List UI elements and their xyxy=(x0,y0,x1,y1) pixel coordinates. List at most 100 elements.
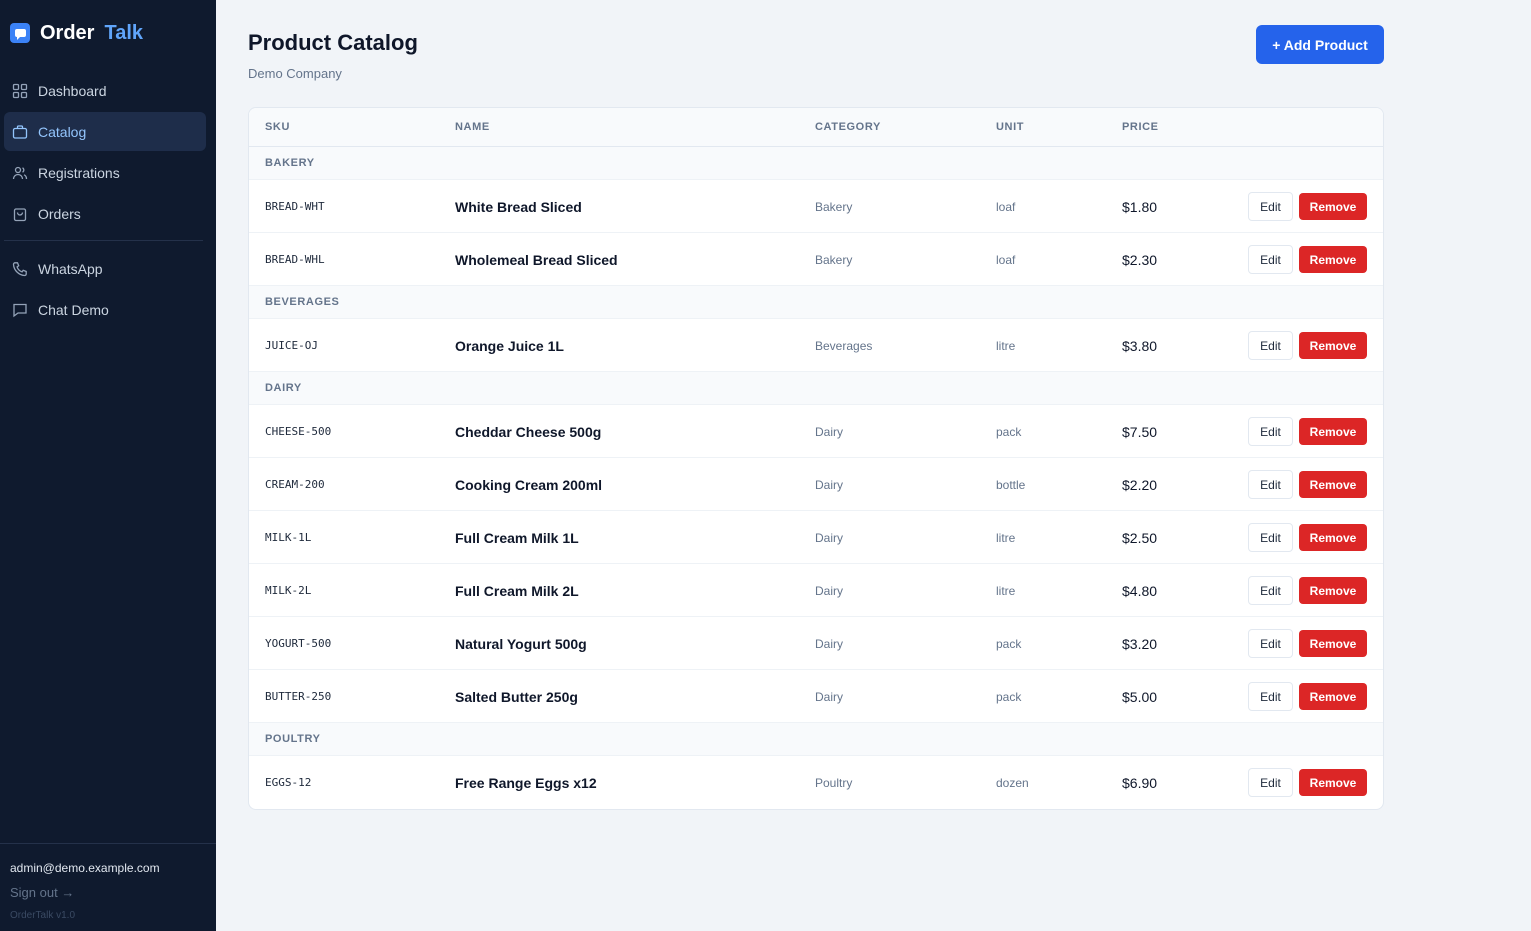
edit-button[interactable]: Edit xyxy=(1248,417,1293,446)
row-name: Full Cream Milk 2L xyxy=(455,582,579,599)
column-header-category[interactable]: CATEGORY xyxy=(815,121,881,133)
edit-button[interactable]: Edit xyxy=(1248,331,1293,360)
row-unit: pack xyxy=(996,689,1022,704)
row-actions: Edit Remove xyxy=(1248,233,1367,286)
add-product-button[interactable]: + Add Product xyxy=(1256,25,1384,64)
remove-button[interactable]: Remove xyxy=(1299,683,1367,710)
row-category: Poultry xyxy=(815,775,853,790)
row-sku: EGGS-12 xyxy=(265,776,312,789)
phone-icon xyxy=(12,261,28,277)
row-name: Cheddar Cheese 500g xyxy=(455,423,602,440)
sidebar-item-orders[interactable]: Orders xyxy=(4,194,206,233)
row-sku: YOGURT-500 xyxy=(265,637,332,650)
table-row: BREAD-WHT White Bread Sliced Bakery loaf… xyxy=(249,180,1383,233)
edit-button[interactable]: Edit xyxy=(1248,682,1293,711)
brand-name-order: Order xyxy=(40,21,95,44)
edit-button[interactable]: Edit xyxy=(1248,576,1293,605)
edit-button[interactable]: Edit xyxy=(1248,768,1293,797)
row-name: Cooking Cream 200ml xyxy=(455,476,603,493)
column-header-name[interactable]: NAME xyxy=(455,121,490,133)
row-unit: pack xyxy=(996,636,1022,651)
row-unit: dozen xyxy=(996,775,1029,790)
row-unit: bottle xyxy=(996,477,1026,492)
column-header-unit[interactable]: UNIT xyxy=(996,121,1024,133)
nav-divider xyxy=(4,240,203,241)
sidebar-item-registrations[interactable]: Registrations xyxy=(4,153,206,192)
edit-button[interactable]: Edit xyxy=(1248,629,1293,658)
table-row: BREAD-WHL Wholemeal Bread Sliced Bakery … xyxy=(249,233,1383,286)
row-sku: BREAD-WHL xyxy=(265,253,325,266)
page-title: Product Catalog xyxy=(248,30,418,55)
edit-button[interactable]: Edit xyxy=(1248,470,1293,499)
sidebar-item-label: Dashboard xyxy=(38,82,107,99)
remove-button[interactable]: Remove xyxy=(1299,577,1367,604)
table-row: CHEESE-500 Cheddar Cheese 500g Dairy pac… xyxy=(249,405,1383,458)
remove-button[interactable]: Remove xyxy=(1299,769,1367,796)
category-group-label: BAKERY xyxy=(265,157,315,169)
row-name: Free Range Eggs x12 xyxy=(455,774,597,791)
table-row: BUTTER-250 Salted Butter 250g Dairy pack… xyxy=(249,670,1383,723)
row-actions: Edit Remove xyxy=(1248,756,1367,809)
row-sku: BREAD-WHT xyxy=(265,200,325,213)
row-actions: Edit Remove xyxy=(1248,405,1367,458)
sign-out-link[interactable]: Sign out → xyxy=(10,885,216,900)
sidebar-item-label: Catalog xyxy=(38,123,87,140)
category-group-label: POULTRY xyxy=(265,733,321,745)
row-price: $1.80 xyxy=(1122,198,1158,215)
row-sku: JUICE-OJ xyxy=(265,339,318,352)
sidebar-item-whatsapp[interactable]: WhatsApp xyxy=(4,249,206,288)
row-category: Bakery xyxy=(815,199,853,214)
row-unit: loaf xyxy=(996,252,1016,267)
table-row: EGGS-12 Free Range Eggs x12 Poultry doze… xyxy=(249,756,1383,809)
category-group-header: BEVERAGES xyxy=(249,286,1383,319)
sidebar-item-label: Registrations xyxy=(38,164,120,181)
sidebar-item-chat-demo[interactable]: Chat Demo xyxy=(4,290,206,329)
remove-button[interactable]: Remove xyxy=(1299,246,1367,273)
edit-button[interactable]: Edit xyxy=(1248,192,1293,221)
row-unit: litre xyxy=(996,530,1016,545)
row-category: Beverages xyxy=(815,338,873,353)
row-category: Dairy xyxy=(815,424,844,439)
edit-button[interactable]: Edit xyxy=(1248,523,1293,552)
company-name: Demo Company xyxy=(248,66,342,81)
sidebar-item-catalog[interactable]: Catalog xyxy=(4,112,206,151)
remove-button[interactable]: Remove xyxy=(1299,471,1367,498)
briefcase-icon xyxy=(12,124,28,140)
sidebar-item-dashboard[interactable]: Dashboard xyxy=(4,71,206,110)
remove-button[interactable]: Remove xyxy=(1299,524,1367,551)
row-unit: loaf xyxy=(996,199,1016,214)
category-group-header: DAIRY xyxy=(249,372,1383,405)
row-unit: litre xyxy=(996,583,1016,598)
row-price: $2.50 xyxy=(1122,529,1158,546)
row-sku: MILK-2L xyxy=(265,584,312,597)
row-actions: Edit Remove xyxy=(1248,617,1367,670)
column-header-sku[interactable]: SKU xyxy=(265,121,290,133)
table-row: MILK-2L Full Cream Milk 2L Dairy litre $… xyxy=(249,564,1383,617)
row-category: Dairy xyxy=(815,636,844,651)
row-name: Natural Yogurt 500g xyxy=(455,635,587,652)
row-name: Salted Butter 250g xyxy=(455,688,578,705)
remove-button[interactable]: Remove xyxy=(1299,193,1367,220)
table-header: SKU NAME CATEGORY UNIT PRICE xyxy=(249,108,1383,147)
brand-logo[interactable]: Order Talk xyxy=(10,20,143,46)
brand-name-talk: Talk xyxy=(104,21,144,44)
column-header-price[interactable]: PRICE xyxy=(1122,121,1159,133)
row-actions: Edit Remove xyxy=(1248,511,1367,564)
row-price: $7.50 xyxy=(1122,423,1158,440)
category-group-label: BEVERAGES xyxy=(265,296,340,308)
users-icon xyxy=(12,165,28,181)
row-category: Dairy xyxy=(815,477,844,492)
grid-icon xyxy=(12,83,28,99)
user-email: admin@demo.example.com xyxy=(10,861,160,875)
remove-button[interactable]: Remove xyxy=(1299,332,1367,359)
sidebar-item-label: WhatsApp xyxy=(38,260,103,277)
row-sku: CREAM-200 xyxy=(265,478,325,491)
sidebar: Order Talk Dashboard Catalog Registratio… xyxy=(0,0,216,931)
row-name: White Bread Sliced xyxy=(455,198,582,215)
remove-button[interactable]: Remove xyxy=(1299,418,1367,445)
remove-button[interactable]: Remove xyxy=(1299,630,1367,657)
row-sku: MILK-1L xyxy=(265,531,312,544)
edit-button[interactable]: Edit xyxy=(1248,245,1293,274)
row-actions: Edit Remove xyxy=(1248,458,1367,511)
row-price: $5.00 xyxy=(1122,688,1158,705)
